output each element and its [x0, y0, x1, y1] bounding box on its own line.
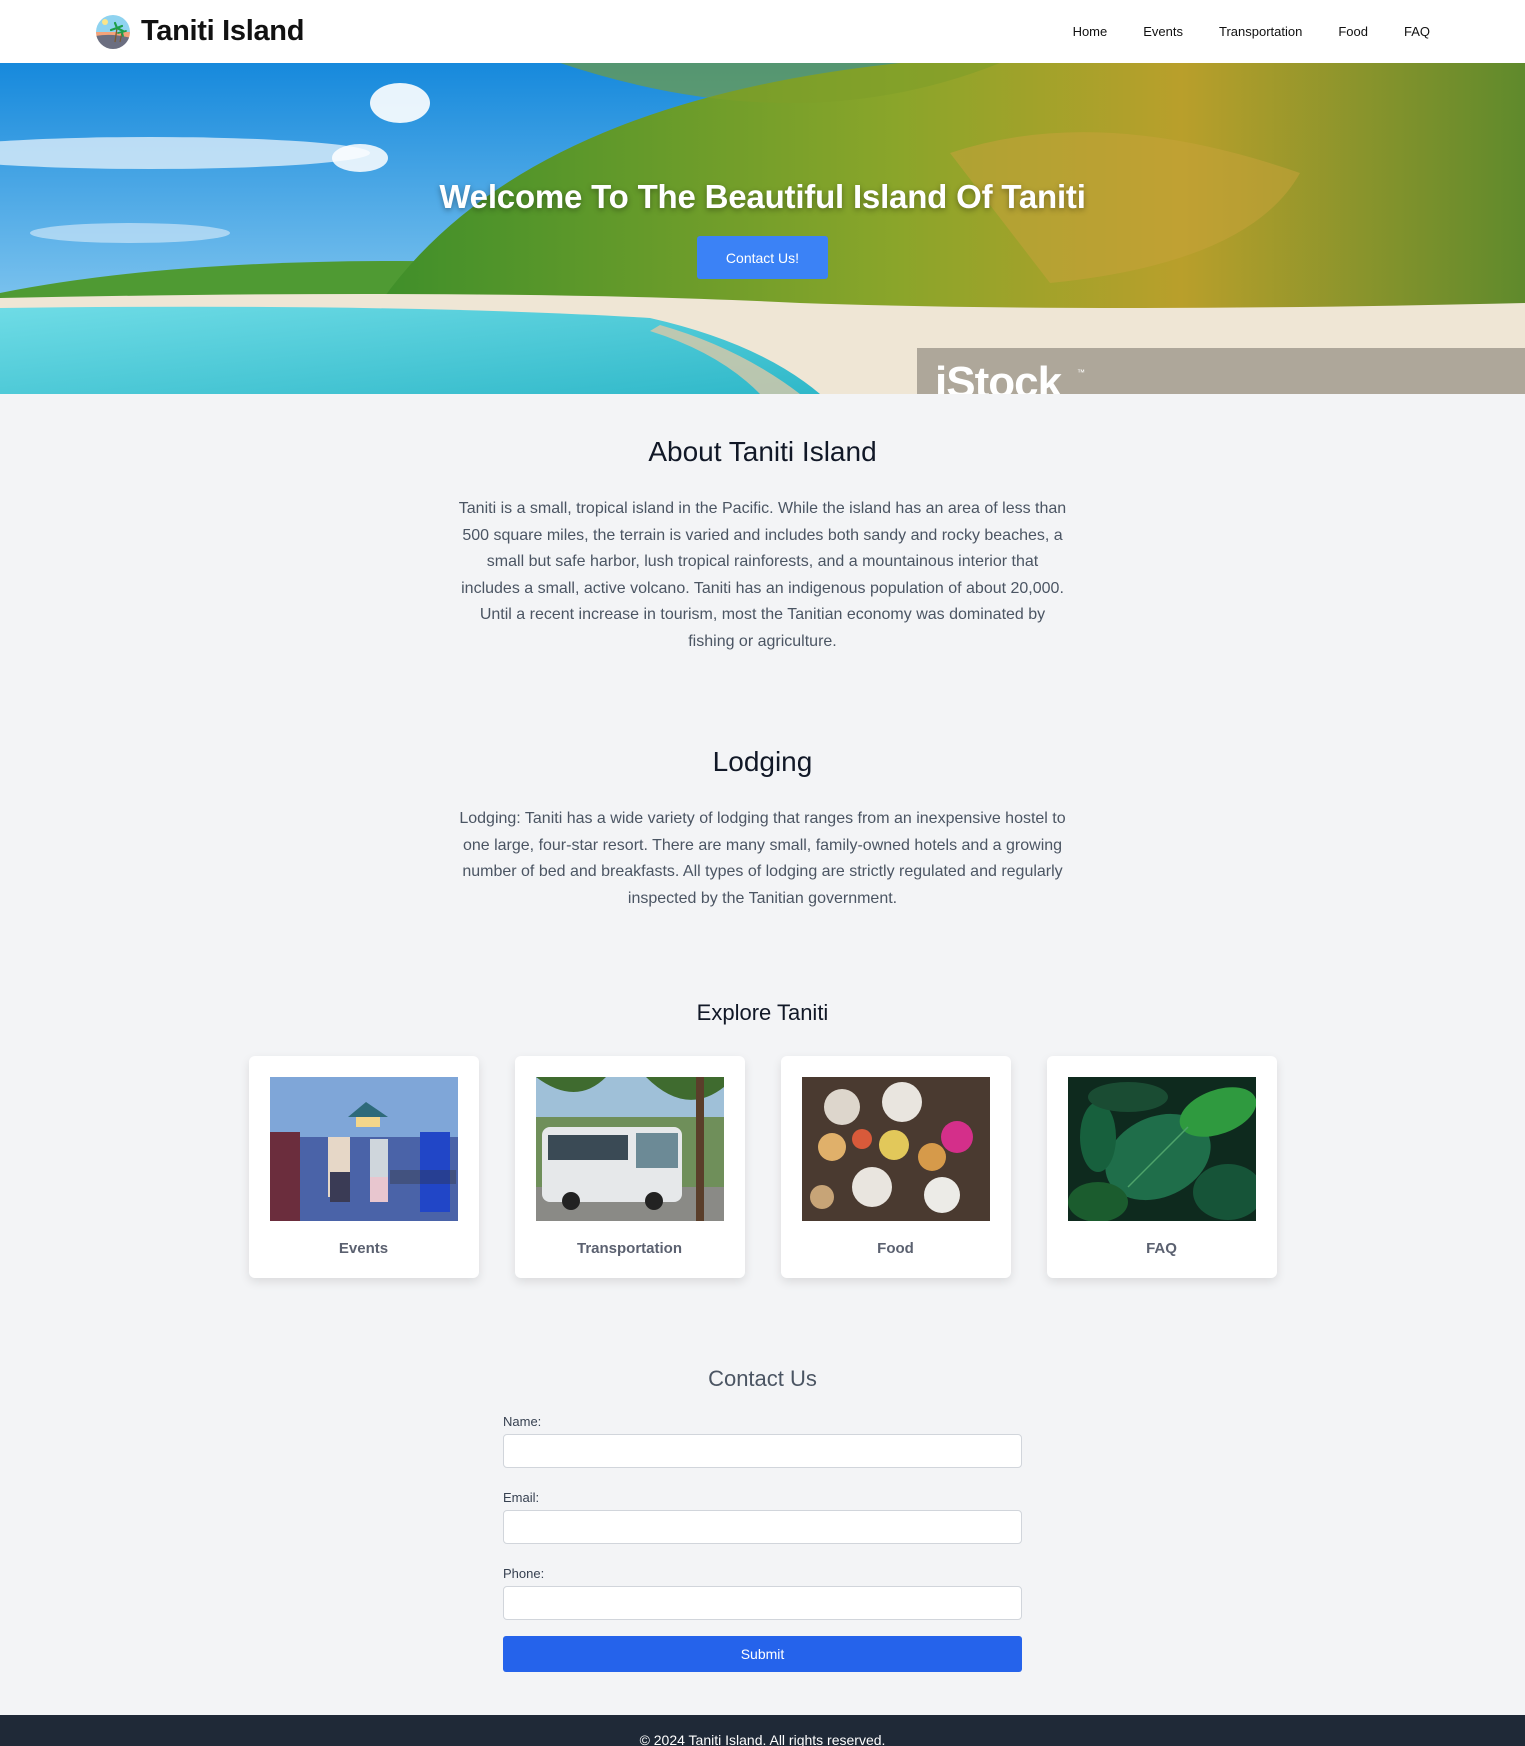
copyright-text: © 2024 Taniti Island. All rights reserve… — [639, 1732, 886, 1746]
hero-banner: iStock ™ Welcome To The Beautiful Island… — [0, 63, 1525, 394]
card-label-transportation: Transportation — [576, 1240, 682, 1257]
nav-faq[interactable]: FAQ — [1404, 24, 1430, 39]
about-title: About Taniti Island — [648, 436, 877, 467]
site-footer: © 2024 Taniti Island. All rights reserve… — [0, 1715, 1525, 1746]
brand[interactable]: Taniti Island — [95, 14, 304, 50]
explore-title: Explore Taniti — [696, 1000, 829, 1025]
hero-content: Welcome To The Beautiful Island Of Tanit… — [0, 178, 1525, 279]
nav-transportation[interactable]: Transportation — [1219, 24, 1302, 39]
phone-field[interactable] — [503, 1586, 1022, 1620]
about-section: About Taniti Island Taniti is a small, t… — [0, 394, 1525, 655]
watermark-text: iStock — [935, 358, 1062, 394]
site-title: Taniti Island — [141, 15, 305, 47]
lodging-body: Lodging: Taniti has a wide variety of lo… — [459, 810, 1066, 907]
card-label-food: Food — [877, 1240, 914, 1257]
main-nav: Home Events Transportation Food FAQ — [1073, 24, 1430, 39]
explore-section: Explore Taniti Events Transportation Foo… — [0, 912, 1525, 1278]
nav-events[interactable]: Events — [1143, 24, 1183, 39]
lodging-section: Lodging Lodging: Taniti has a wide varie… — [0, 655, 1525, 912]
lodging-title: Lodging — [712, 746, 813, 777]
food-table-photo — [801, 1077, 990, 1221]
watermark-tm: ™ — [1077, 368, 1085, 377]
hero-title: Welcome To The Beautiful Island Of Tanit… — [439, 178, 1086, 215]
submit-button[interactable]: Submit — [503, 1636, 1022, 1672]
name-label: Name: — [503, 1414, 542, 1429]
tropical-beach-logo-icon — [96, 14, 130, 49]
istock-watermark: iStock ™ — [917, 348, 1525, 394]
contact-us-button[interactable]: Contact Us! — [697, 236, 828, 279]
card-faq[interactable]: FAQ — [1046, 1056, 1277, 1278]
bus-photo — [535, 1077, 724, 1221]
name-field[interactable] — [503, 1434, 1022, 1468]
card-label-events: Events — [338, 1240, 389, 1257]
contact-section: Contact Us Name: Email: Phone: Submit — [0, 1278, 1525, 1672]
nav-food[interactable]: Food — [1338, 24, 1368, 39]
nav-home[interactable]: Home — [1073, 24, 1108, 39]
card-events[interactable]: Events — [248, 1056, 479, 1278]
email-label: Email: — [503, 1490, 540, 1505]
phone-label: Phone: — [503, 1566, 545, 1581]
card-transportation[interactable]: Transportation — [514, 1056, 745, 1278]
card-label-faq: FAQ — [1146, 1240, 1177, 1257]
site-header: Taniti Island Home Events Transportation… — [0, 0, 1525, 63]
email-field[interactable] — [503, 1510, 1022, 1544]
beach-party-photo — [269, 1077, 458, 1221]
contact-form: Name: Email: Phone: Submit — [503, 1414, 1022, 1672]
contact-title: Contact Us — [708, 1366, 817, 1391]
explore-cards: Events Transportation Food FAQ — [0, 1056, 1525, 1278]
about-body: Taniti is a small, tropical island in th… — [458, 500, 1067, 650]
card-food[interactable]: Food — [780, 1056, 1011, 1278]
tropical-leaves-photo — [1067, 1077, 1256, 1221]
